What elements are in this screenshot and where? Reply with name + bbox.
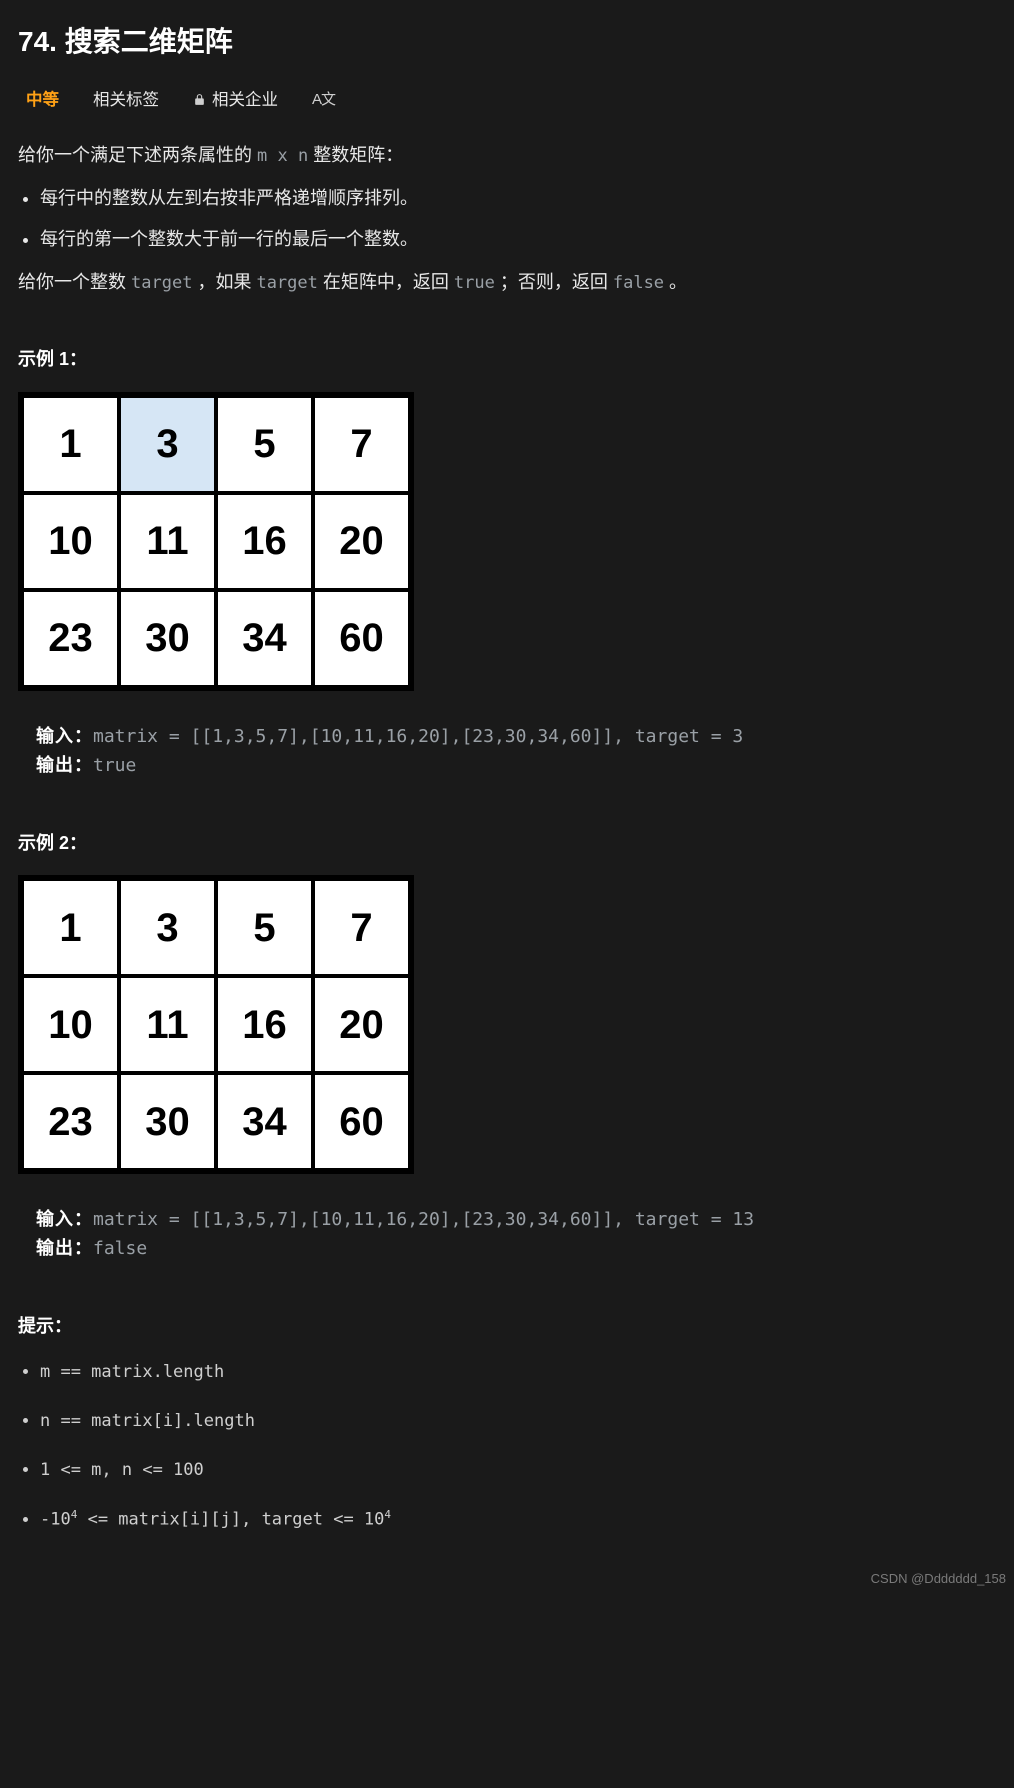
tab-bar: 中等 相关标签 相关企业 A文 <box>18 87 996 113</box>
matrix-cell: 7 <box>313 396 410 493</box>
property-item: 每行中的整数从左到右按非严格递增顺序排列。 <box>40 184 996 213</box>
matrix-cell: 5 <box>216 879 313 976</box>
lock-icon <box>193 93 206 106</box>
matrix-cell: 16 <box>216 976 313 1073</box>
code-mxn: m x n <box>257 146 308 166</box>
matrix-cell: 1 <box>22 396 119 493</box>
input-label: 输入： <box>36 726 93 747</box>
hint-item: 1 <= m, n <= 100 <box>40 1457 996 1484</box>
example1-label: 示例 1： <box>18 345 996 374</box>
matrix-cell: 20 <box>313 976 410 1073</box>
hint-item: -104 <= matrix[i][j], target <= 104 <box>40 1506 996 1534</box>
matrix-cell: 60 <box>313 590 410 687</box>
matrix-cell: 11 <box>119 976 216 1073</box>
input-value: matrix = [[1,3,5,7],[10,11,16,20],[23,30… <box>93 726 743 747</box>
matrix-cell: 34 <box>216 1073 313 1170</box>
property-list: 每行中的整数从左到右按非严格递增顺序排列。 每行的第一个整数大于前一行的最后一个… <box>18 184 996 254</box>
matrix-cell: 23 <box>22 1073 119 1170</box>
page-title: 74. 搜索二维矩阵 <box>18 20 996 65</box>
matrix-cell: 10 <box>22 976 119 1073</box>
task-line: 给你一个整数 target ，如果 target 在矩阵中，返回 true ；否… <box>18 268 996 297</box>
example1-io: 输入：matrix = [[1,3,5,7],[10,11,16,20],[23… <box>36 723 996 781</box>
code-target: target <box>131 273 192 293</box>
tab-difficulty[interactable]: 中等 <box>26 87 59 113</box>
matrix-cell: 23 <box>22 590 119 687</box>
matrix-cell: 5 <box>216 396 313 493</box>
matrix-cell: 30 <box>119 1073 216 1170</box>
tab-companies-label: 相关企业 <box>212 87 278 113</box>
matrix-cell: 7 <box>313 879 410 976</box>
matrix-cell: 10 <box>22 493 119 590</box>
tab-tags[interactable]: 相关标签 <box>93 87 159 113</box>
intro-line: 给你一个满足下述两条属性的 m x n 整数矩阵： <box>18 141 996 170</box>
output-value: true <box>93 755 136 776</box>
example2-label: 示例 2： <box>18 829 996 858</box>
matrix-cell: 11 <box>119 493 216 590</box>
example2-matrix: 1357 10111620 23303460 <box>18 875 414 1174</box>
watermark: CSDN @Ddddddd_158 <box>871 1569 1006 1590</box>
property-item: 每行的第一个整数大于前一行的最后一个整数。 <box>40 225 996 254</box>
hints-list: m == matrix.length n == matrix[i].length 1… <box>18 1359 996 1534</box>
matrix-cell: 60 <box>313 1073 410 1170</box>
tab-companies[interactable]: 相关企业 <box>193 87 278 113</box>
matrix-cell: 34 <box>216 590 313 687</box>
code-false: false <box>613 273 664 293</box>
hint-item: n == matrix[i].length <box>40 1408 996 1435</box>
code-true: true <box>454 273 495 293</box>
matrix-cell: 3 <box>119 396 216 493</box>
input-label: 输入： <box>36 1209 93 1230</box>
example2-io: 输入：matrix = [[1,3,5,7],[10,11,16,20],[23… <box>36 1206 996 1264</box>
output-label: 输出： <box>36 755 93 776</box>
hints-label: 提示： <box>18 1312 996 1341</box>
output-value: false <box>93 1238 147 1259</box>
problem-description: 给你一个满足下述两条属性的 m x n 整数矩阵： 每行中的整数从左到右按非严格… <box>18 141 996 297</box>
matrix-cell: 16 <box>216 493 313 590</box>
matrix-cell: 20 <box>313 493 410 590</box>
matrix-cell: 3 <box>119 879 216 976</box>
matrix-cell: 30 <box>119 590 216 687</box>
code-target: target <box>256 273 317 293</box>
hint-item: m == matrix.length <box>40 1359 996 1386</box>
example1-matrix: 1357 10111620 23303460 <box>18 392 414 691</box>
matrix-cell: 1 <box>22 879 119 976</box>
output-label: 输出： <box>36 1238 93 1259</box>
translate-icon[interactable]: A文 <box>312 88 335 112</box>
input-value: matrix = [[1,3,5,7],[10,11,16,20],[23,30… <box>93 1209 754 1230</box>
